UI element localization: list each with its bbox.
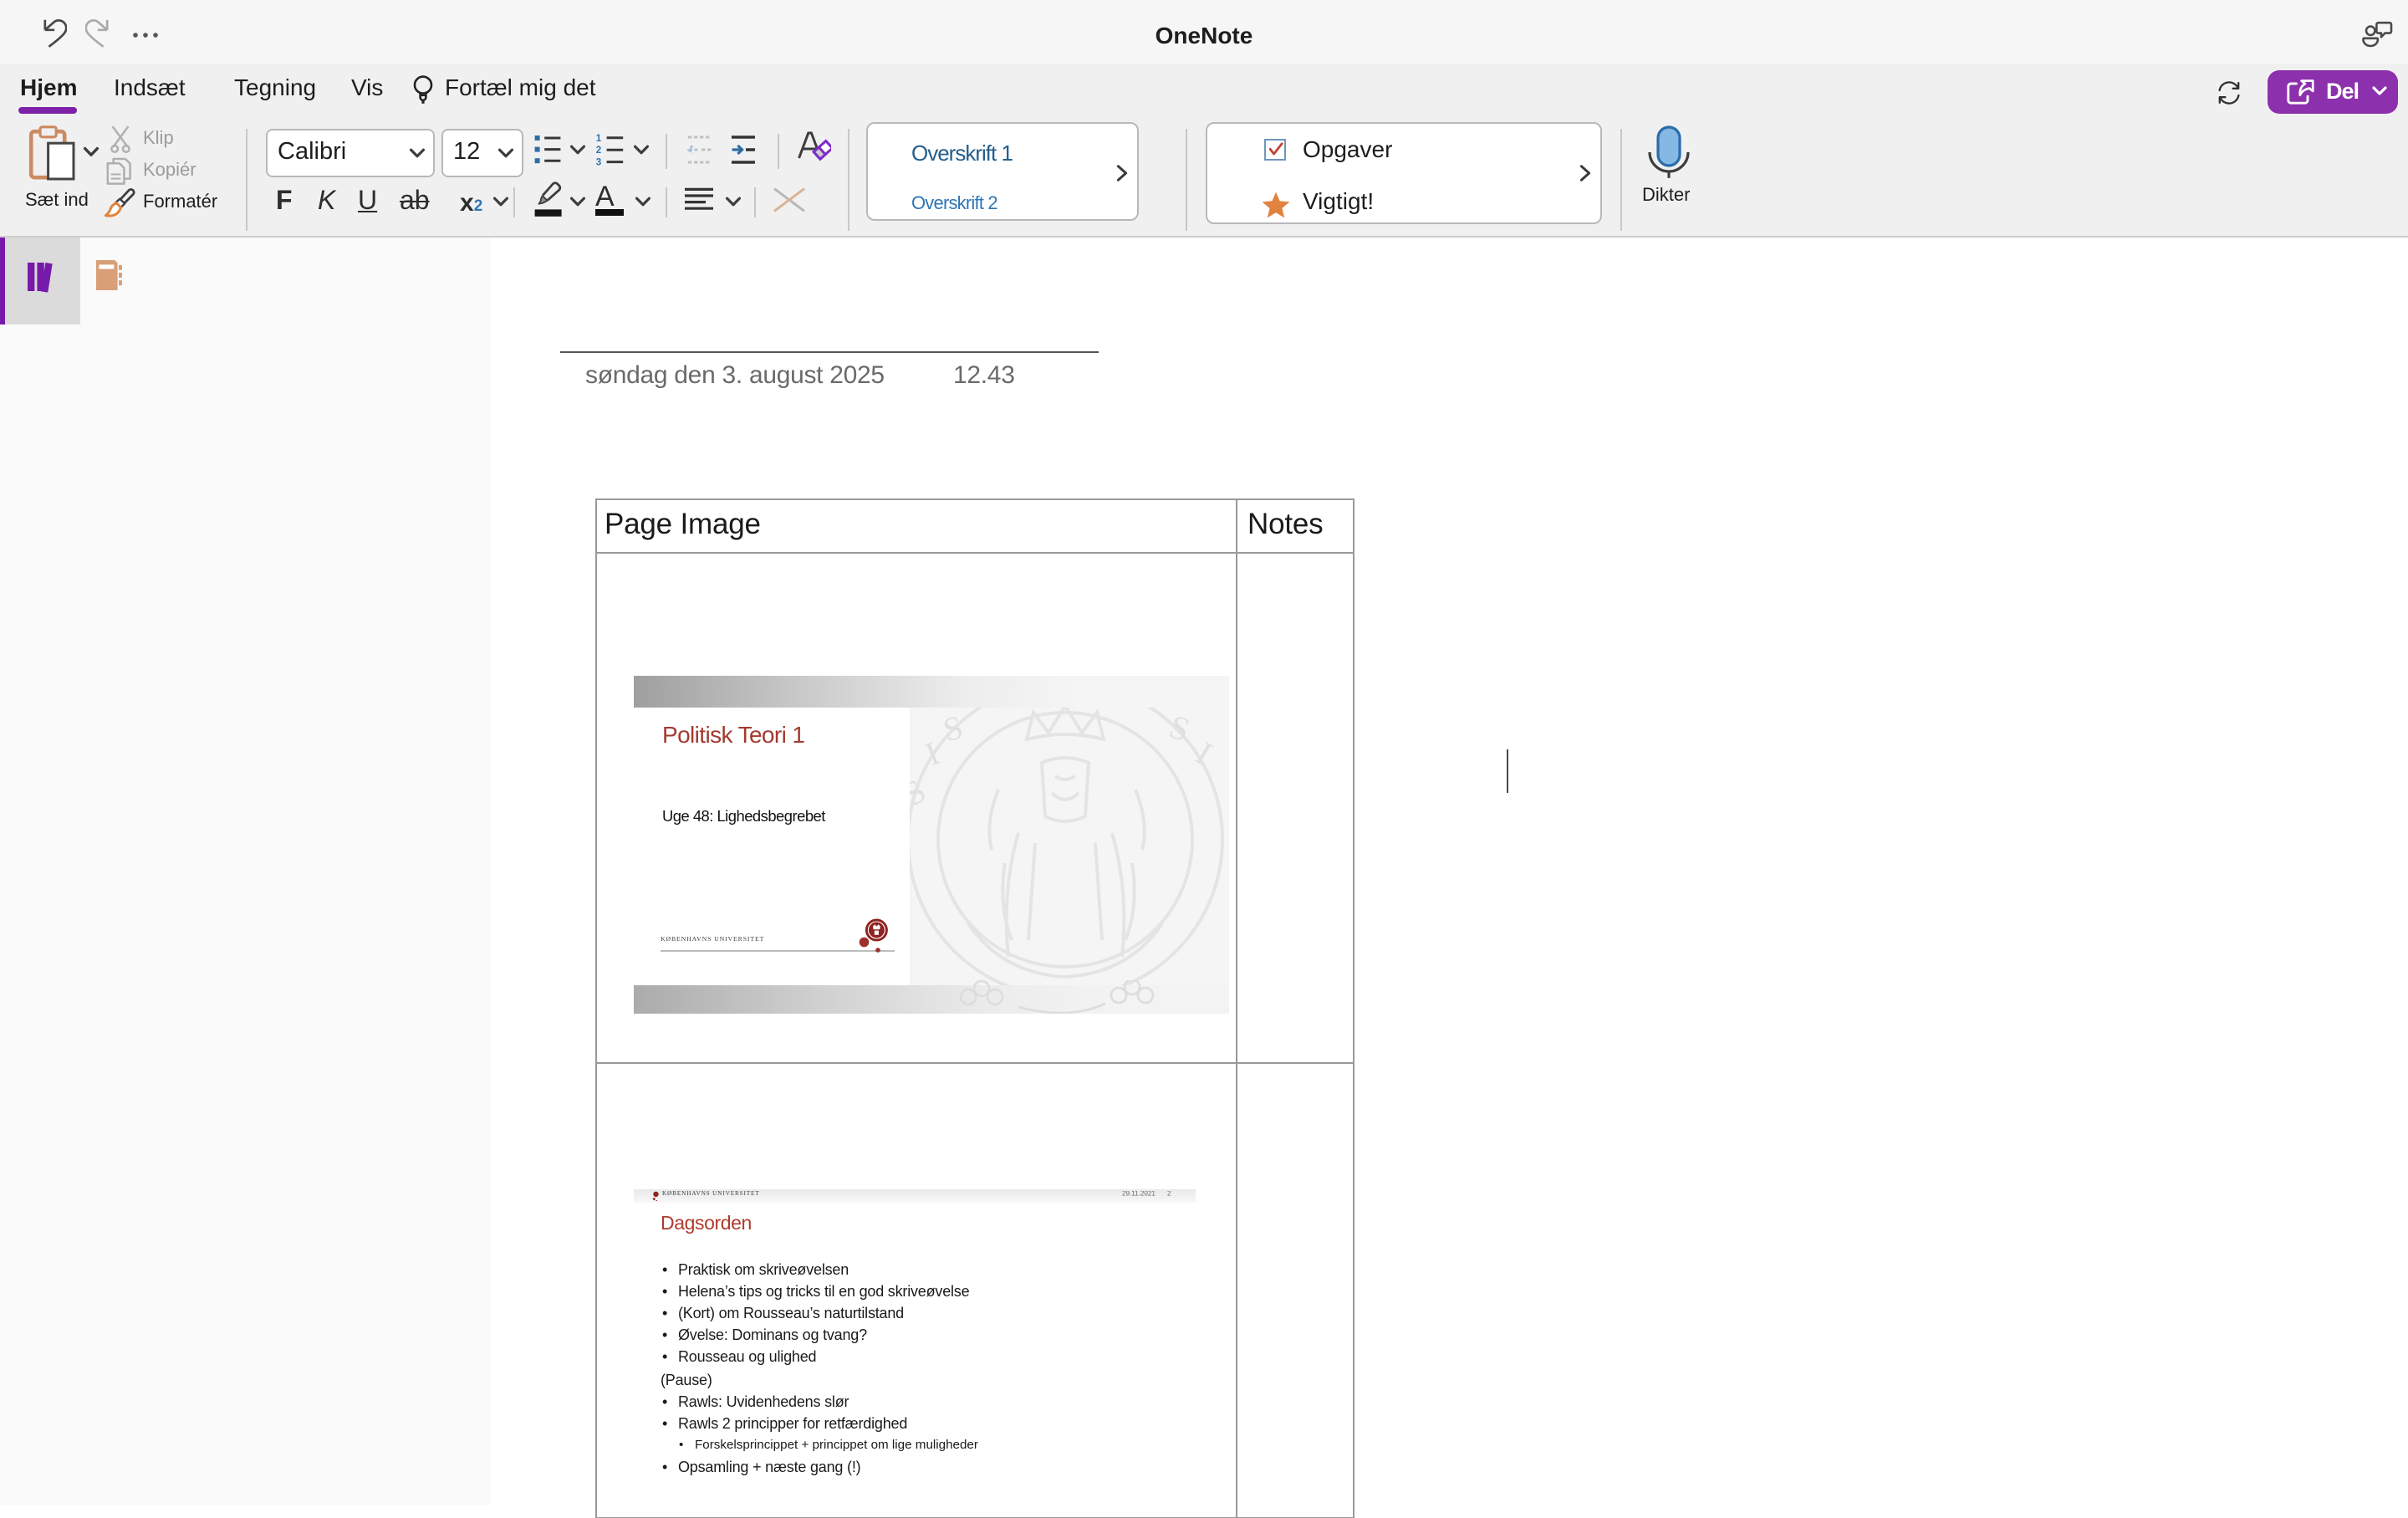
svg-text:3: 3 <box>596 157 602 167</box>
svg-text:I: I <box>920 734 944 774</box>
svg-text:1: 1 <box>596 133 602 144</box>
svg-text:2: 2 <box>596 145 601 156</box>
